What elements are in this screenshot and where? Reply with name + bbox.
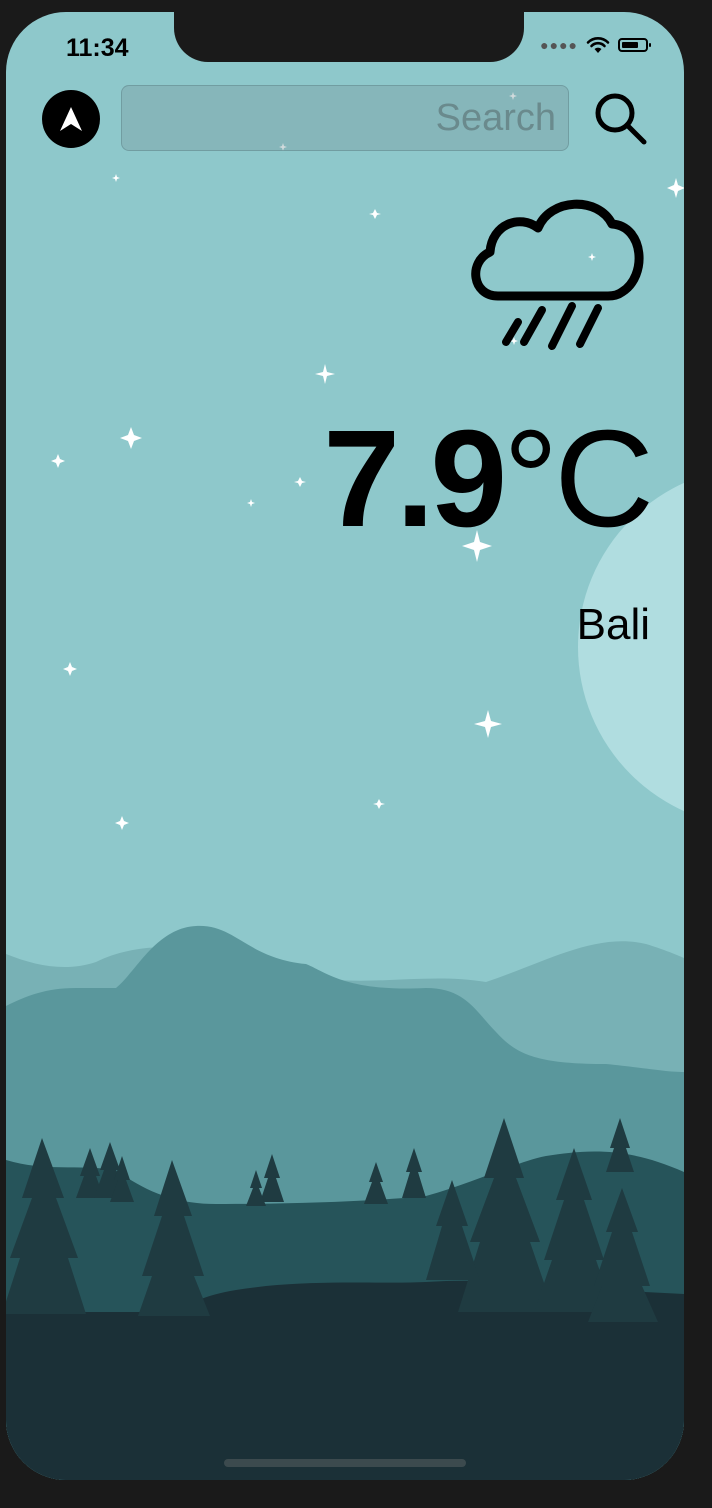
search-input[interactable] — [121, 85, 569, 151]
temperature-readout: 7.9°C — [323, 410, 654, 548]
star-icon — [294, 477, 306, 487]
signal-dots-icon: ●●●● — [540, 37, 578, 53]
temperature-unit: °C — [503, 402, 654, 556]
status-icons: ●●●● — [540, 36, 651, 54]
wifi-icon — [586, 37, 610, 53]
star-icon — [315, 364, 335, 384]
temperature-value: 7.9 — [323, 402, 507, 556]
battery-icon — [618, 38, 651, 52]
status-time: 11:34 — [66, 34, 129, 62]
star-icon — [474, 710, 502, 738]
landscape — [6, 925, 684, 1480]
star-icon — [112, 174, 120, 182]
location-arrow-icon — [60, 107, 82, 131]
star-icon — [63, 662, 77, 676]
search-icon[interactable] — [590, 88, 650, 148]
weather-screen: 7.9°C Bali 11:34 ●●●● Search — [6, 12, 684, 1480]
star-icon — [120, 427, 142, 449]
star-icon — [373, 799, 385, 809]
phone-frame: 7.9°C Bali 11:34 ●●●● Search — [0, 0, 712, 1508]
star-icon — [51, 454, 65, 468]
star-icon — [115, 816, 129, 830]
city-name: Bali — [576, 600, 650, 649]
location-button[interactable] — [42, 90, 100, 148]
star-icon — [667, 178, 684, 198]
cloud-rain-icon — [471, 199, 644, 350]
star-icon — [247, 499, 255, 507]
home-indicator[interactable] — [224, 1459, 466, 1467]
notch — [174, 12, 524, 62]
star-icon — [369, 209, 381, 219]
